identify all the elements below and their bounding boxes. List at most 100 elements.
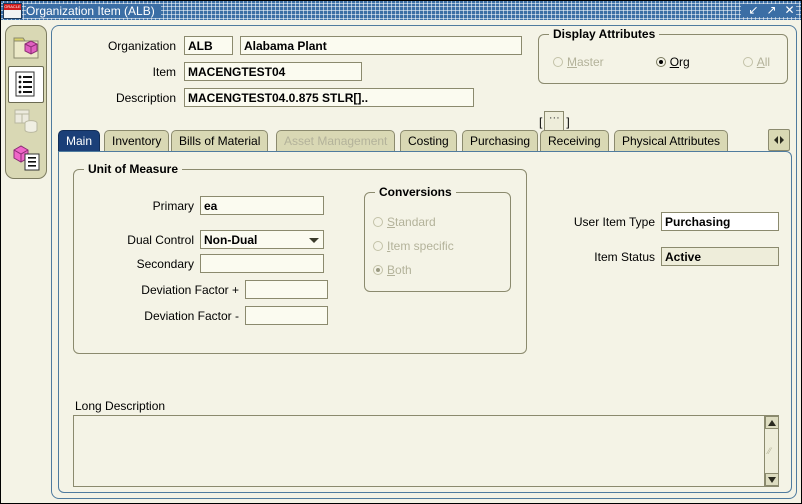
radio-master-dot xyxy=(553,57,563,67)
radio-standard: Standard xyxy=(373,215,436,229)
scroll-up-icon[interactable] xyxy=(765,416,779,429)
window-title: Organization Item (ALB) xyxy=(26,3,161,18)
tab-receiving[interactable]: Receiving xyxy=(540,130,609,152)
display-attributes-title: Display Attributes xyxy=(549,27,660,41)
display-attributes-options: Master Org All xyxy=(539,55,789,69)
radio-item-specific: Item specific xyxy=(373,239,454,253)
radio-standard-accel: S xyxy=(387,215,396,229)
long-description-box: ⁄⁄ xyxy=(73,415,779,487)
tab-asset-management: Asset Management xyxy=(276,130,396,152)
unit-of-measure-group: Unit of Measure Primary ea Dual Control … xyxy=(73,162,527,354)
radio-all-accel: A xyxy=(756,55,765,69)
radio-org-label: rg xyxy=(679,55,690,69)
close-icon[interactable]: ✕ xyxy=(783,4,796,17)
item-status-field: Active xyxy=(661,247,779,266)
tab-bar: Main Inventory Bills of Material Asset M… xyxy=(58,129,792,152)
window-title-bar: ORACLE Organization Item (ALB) ↙ ↗ ✕ xyxy=(1,1,801,20)
radio-org-accel: O xyxy=(669,55,680,69)
description-flexfield-button[interactable]: ··· xyxy=(544,111,565,132)
description-row: Description MACENGTEST04.0.875 STLR[].. xyxy=(52,88,522,107)
radio-both-dot xyxy=(373,265,383,275)
tab-scroll-button[interactable] xyxy=(768,129,790,151)
application-window: ORACLE Organization Item (ALB) ↙ ↗ ✕ Org… xyxy=(0,0,802,504)
item-status-label: Item Status xyxy=(594,249,655,264)
scroll-down-icon[interactable] xyxy=(765,473,779,486)
tab-purchasing[interactable]: Purchasing xyxy=(462,130,539,152)
deviation-plus-field[interactable] xyxy=(245,280,328,299)
radio-master-label: aster xyxy=(577,55,604,69)
deviation-plus-row: Deviation Factor + xyxy=(74,280,394,299)
dual-control-row: Dual Control Non-Dual xyxy=(74,230,344,249)
tab-inventory[interactable]: Inventory xyxy=(104,130,170,152)
tab-costing[interactable]: Costing xyxy=(400,130,457,152)
left-right-arrows-icon xyxy=(774,136,784,144)
radio-item-specific-dot xyxy=(373,241,383,251)
organization-code-field[interactable]: ALB xyxy=(184,36,233,55)
radio-org-dot xyxy=(655,57,666,67)
minimize-icon[interactable]: ↙ xyxy=(747,4,760,17)
radio-master-accel: M xyxy=(567,55,577,69)
organization-label: Organization xyxy=(107,38,176,53)
radio-both-accel: B xyxy=(387,263,396,277)
organization-name-field[interactable]: Alabama Plant xyxy=(240,36,522,55)
user-item-type-row: User Item Type Purchasing xyxy=(537,212,787,231)
radio-all-label: ll xyxy=(764,55,771,69)
form-canvas: Organization ALB Alabama Plant Item MACE… xyxy=(51,25,797,499)
list-document-icon xyxy=(15,71,35,97)
lov-bracket-close: ] xyxy=(566,114,570,129)
long-description-label: Long Description xyxy=(75,399,166,413)
description-flexfield-group: [ ··· ] xyxy=(539,111,570,132)
tab-bills-of-material[interactable]: Bills of Material xyxy=(171,130,269,152)
description-field[interactable]: MACENGTEST04.0.875 STLR[].. xyxy=(184,88,474,107)
radio-all-dot xyxy=(742,57,753,67)
dual-control-select[interactable]: Non-Dual xyxy=(200,230,324,249)
sidebar-item-folder-cube[interactable] xyxy=(9,30,43,65)
window-controls: ↙ ↗ ✕ xyxy=(741,4,796,17)
chevron-down-icon xyxy=(309,238,319,243)
user-item-type-field[interactable]: Purchasing xyxy=(661,212,779,231)
conversions-group: Conversions Standard Item specific Both xyxy=(364,185,511,292)
radio-both: Both xyxy=(373,263,412,277)
cube-list-icon xyxy=(13,145,40,171)
tab-main[interactable]: Main xyxy=(58,130,101,152)
display-attributes-group: Display Attributes Master Org All xyxy=(538,27,789,84)
deviation-minus-field[interactable] xyxy=(245,306,328,325)
item-status-row: Item Status Active xyxy=(537,247,787,266)
item-field[interactable]: MACENGTEST04 xyxy=(184,62,362,81)
long-description-input[interactable] xyxy=(74,416,763,486)
organization-row: Organization ALB Alabama Plant xyxy=(52,36,522,55)
oracle-logo-icon: ORACLE xyxy=(3,2,22,19)
sidebar-item-cube-list[interactable] xyxy=(9,140,43,175)
secondary-field[interactable] xyxy=(200,254,324,273)
sidebar-item-list-document[interactable] xyxy=(8,66,44,103)
sidebar-item-window-database xyxy=(9,104,43,139)
radio-all: All xyxy=(742,55,771,69)
left-toolbar xyxy=(5,25,47,179)
radio-standard-dot xyxy=(373,217,383,227)
primary-field[interactable]: ea xyxy=(200,196,324,215)
primary-row: Primary ea xyxy=(74,196,344,215)
folder-cube-icon xyxy=(13,37,39,59)
scrollbar-grip[interactable]: ⁄⁄ xyxy=(768,445,776,457)
conversions-title: Conversions xyxy=(375,185,456,199)
maximize-icon[interactable]: ↗ xyxy=(765,4,778,17)
radio-standard-label: tandard xyxy=(395,215,436,229)
main-tab-panel: Unit of Measure Primary ea Dual Control … xyxy=(58,151,792,493)
deviation-minus-row: Deviation Factor - xyxy=(74,306,394,325)
title-bar-pattern xyxy=(161,1,741,20)
deviation-plus-label: Deviation Factor + xyxy=(141,282,239,297)
radio-item-specific-label: tem specific xyxy=(390,239,454,253)
user-item-type-label: User Item Type xyxy=(573,214,655,229)
secondary-row: Secondary xyxy=(74,254,344,273)
item-row: Item MACENGTEST04 xyxy=(52,62,522,81)
radio-master: Master xyxy=(553,55,604,69)
description-label: Description xyxy=(115,90,176,105)
long-description-scrollbar[interactable]: ⁄⁄ xyxy=(764,416,779,486)
primary-label: Primary xyxy=(152,198,194,213)
deviation-minus-label: Deviation Factor - xyxy=(144,308,239,323)
radio-org[interactable]: Org xyxy=(655,55,690,69)
item-label: Item xyxy=(152,64,176,79)
dual-control-value: Non-Dual xyxy=(204,233,258,247)
tab-physical-attributes[interactable]: Physical Attributes xyxy=(614,130,729,152)
window-database-icon xyxy=(14,109,38,133)
